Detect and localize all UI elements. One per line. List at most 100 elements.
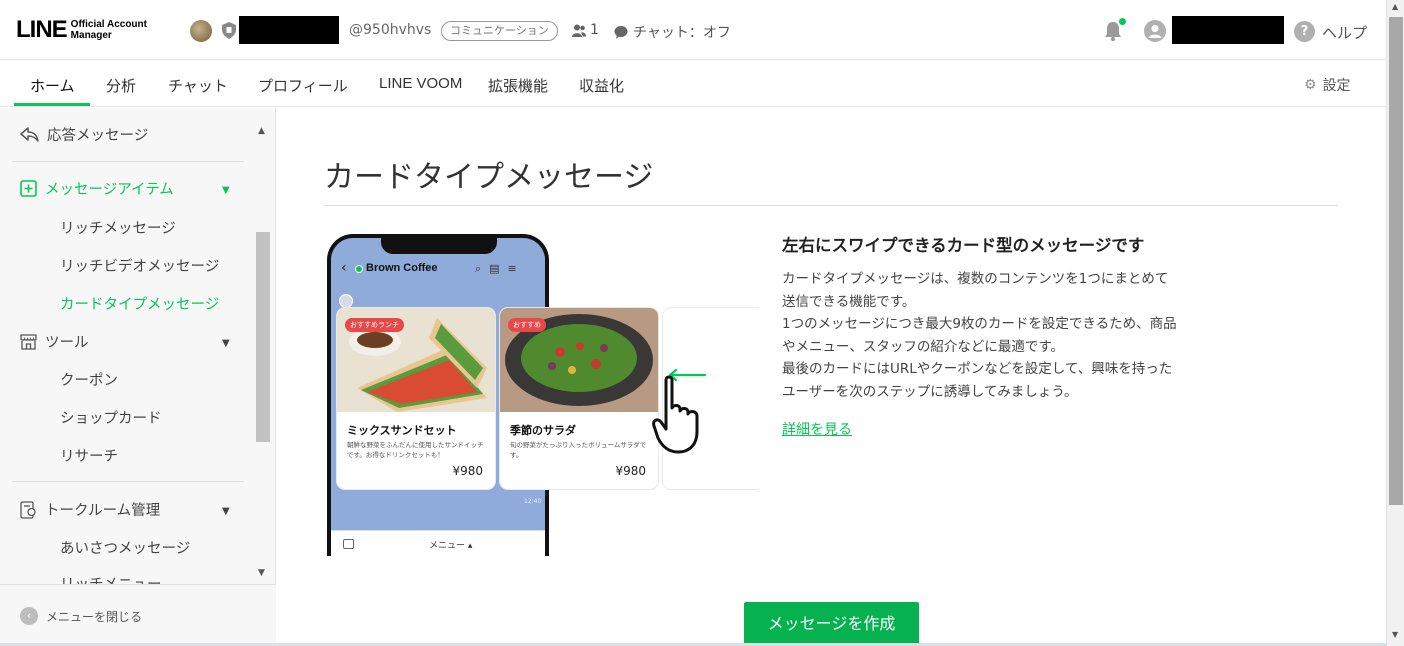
tab-chat[interactable]: チャット xyxy=(168,75,228,96)
help-icon[interactable]: ? xyxy=(1294,21,1315,42)
online-dot xyxy=(355,265,363,273)
sidebar-item-tools[interactable]: ツール xyxy=(20,331,89,352)
sidebar-item-auto-reply[interactable]: 応答メッセージ xyxy=(20,124,148,145)
chat-status[interactable]: チャット：オフ xyxy=(614,22,731,42)
phone-chat-header: ‹ Brown Coffee ⌕▤≡ xyxy=(331,254,545,284)
sidebar-subitem-rich-video-message[interactable]: リッチビデオメッセージ xyxy=(60,255,219,276)
chat-bubble-icon xyxy=(614,25,628,39)
details-link[interactable]: 詳細を見る xyxy=(782,419,852,439)
tab-home[interactable]: ホーム xyxy=(30,75,75,96)
sidebar-scroll-up[interactable]: ▲ xyxy=(258,126,265,136)
sidebar-footer: ‹ メニューを閉じる xyxy=(0,584,276,646)
chat-status-label: チャット：オフ xyxy=(633,25,731,41)
phone-menu-label: メニュー ▴ xyxy=(429,541,473,551)
phone-timestamp: 12:40 xyxy=(524,498,542,505)
tab-monetization[interactable]: 収益化 xyxy=(579,75,624,96)
account-id: @950hvhvs xyxy=(349,22,432,38)
pointing-hand-icon xyxy=(652,375,699,454)
sidebar: ▲ ▼ 応答メッセージ メッセージアイテム ▼ リッチメッセージ リッチビデオメ… xyxy=(0,108,276,646)
card-description: 旬の野菜がたっぷり入ったボリュームサラダです。 xyxy=(510,441,647,459)
phone-header-icons: ⌕▤≡ xyxy=(475,262,525,275)
feature-headline: 左右にスワイプできるカード型のメッセージです xyxy=(782,236,1145,255)
page-scrollbar[interactable]: ▲ ▼ xyxy=(1386,0,1404,646)
keyboard-icon xyxy=(343,539,354,549)
tab-analytics[interactable]: 分析 xyxy=(106,75,136,96)
page-title: カードタイプメッセージ xyxy=(324,160,654,195)
card-price: ¥980 xyxy=(615,464,646,478)
user-avatar-icon[interactable] xyxy=(1144,20,1166,42)
account-avatar[interactable] xyxy=(190,20,212,42)
tab-extensions[interactable]: 拡張機能 xyxy=(488,75,548,96)
close-menu-label: メニューを閉じる xyxy=(46,609,143,624)
add-box-icon xyxy=(20,180,37,197)
phone-footer: メニュー ▴ xyxy=(331,530,545,556)
sidebar-item-talk-room[interactable]: トークルーム管理 xyxy=(20,499,160,520)
friends-count: 1 xyxy=(572,22,599,38)
description-line: 送信できる機能です。 xyxy=(782,293,916,310)
main-content: カードタイプメッセージ ‹ Brown Coffee ⌕▤≡ 12:40 メニュ… xyxy=(277,108,1386,646)
scroll-down-arrow[interactable]: ▼ xyxy=(1392,630,1398,639)
avatar xyxy=(339,294,353,308)
card-tag: おすすめランチ xyxy=(345,318,404,332)
scroll-up-arrow[interactable]: ▲ xyxy=(1392,2,1398,11)
chevron-down-icon[interactable]: ▼ xyxy=(222,506,230,517)
person-icon xyxy=(572,24,586,37)
talk-room-icon xyxy=(20,500,36,519)
line-oa-logo[interactable]: LINE Official Account Manager xyxy=(16,16,147,44)
notification-dot xyxy=(1118,17,1127,26)
top-header: LINE Official Account Manager @950hvhvs … xyxy=(0,0,1386,60)
help-link[interactable]: ヘルプ xyxy=(1322,22,1367,43)
tab-profile[interactable]: プロフィール xyxy=(258,75,348,96)
sidebar-subitem-coupon[interactable]: クーポン xyxy=(60,369,118,390)
active-tab-indicator xyxy=(14,103,90,106)
sidebar-item-label: トークルーム管理 xyxy=(45,503,161,519)
create-message-button[interactable]: メッセージを作成 xyxy=(744,602,919,646)
sidebar-subitem-rich-message[interactable]: リッチメッセージ xyxy=(60,217,176,238)
redacted-account-name xyxy=(239,16,339,44)
description-line: 1つのメッセージにつき最大9枚のカードを設定できるため、商品 xyxy=(782,316,1177,332)
sidebar-item-label: メッセージアイテム xyxy=(45,182,174,198)
gear-icon: ⚙ xyxy=(1304,77,1317,93)
sidebar-divider xyxy=(12,481,244,482)
sidebar-scrollbar-thumb[interactable] xyxy=(256,232,270,442)
title-divider xyxy=(324,205,1338,206)
chevron-left-icon: ‹ xyxy=(20,607,38,625)
chevron-down-icon[interactable]: ▼ xyxy=(222,338,230,349)
card-description: 朝鮮な野菜をふんだんに使用したサンドイッチです。お得なドリンクセットも！ xyxy=(347,441,484,459)
page-scrollbar-thumb[interactable] xyxy=(1389,17,1403,505)
sidebar-subitem-research[interactable]: リサーチ xyxy=(60,445,118,466)
description-line: やメニュー、スタッフの紹介などに最適です。 xyxy=(782,338,1065,355)
sidebar-item-message-items[interactable]: メッセージアイテム xyxy=(20,178,174,199)
shop-icon xyxy=(20,334,37,350)
sidebar-subitem-card-message[interactable]: カードタイプメッセージ xyxy=(60,293,219,314)
phone-chat-name: Brown Coffee xyxy=(366,262,438,274)
card-title: ミックスサンドセット xyxy=(347,424,457,437)
sidebar-item-label: 応答メッセージ xyxy=(47,128,149,144)
card-preview-sandwich: おすすめランチ ミックスサンドセット 朝鮮な野菜をふんだんに使用したサンドイッチ… xyxy=(337,308,495,489)
sidebar-scroll-down[interactable]: ▼ xyxy=(258,568,265,578)
settings-link[interactable]: ⚙ 設定 xyxy=(1304,75,1351,95)
description-line: カードタイプメッセージは、複数のコンテンツを1つにまとめて xyxy=(782,271,1169,287)
chevron-left-icon: ‹ xyxy=(341,260,347,276)
settings-label: 設定 xyxy=(1322,78,1351,94)
plan-badge: コミュニケーション xyxy=(441,21,558,41)
description-line: ユーザーを次のステップに誘導してみましょう。 xyxy=(782,383,1078,400)
card-title: 季節のサラダ xyxy=(510,424,576,437)
chevron-down-icon[interactable]: ▼ xyxy=(222,185,230,196)
feature-description: カードタイプメッセージは、複数のコンテンツを1つにまとめて 送信できる機能です。… xyxy=(782,268,1222,403)
logo-subtitle: Official Account Manager xyxy=(70,19,147,41)
tab-line-voom[interactable]: LINE VOOM xyxy=(379,75,462,92)
card-price: ¥980 xyxy=(452,464,483,478)
sidebar-item-label: ツール xyxy=(45,335,89,351)
description-line: 最後のカードにはURLやクーポンなどを設定して、興味を持った xyxy=(782,361,1173,377)
sidebar-subitem-shop-card[interactable]: ショップカード xyxy=(60,407,162,428)
sidebar-divider xyxy=(12,161,244,162)
redacted-user-name xyxy=(1172,16,1284,44)
sidebar-subitem-greeting[interactable]: あいさつメッセージ xyxy=(60,537,190,558)
phone-notch xyxy=(381,238,497,254)
close-menu-button[interactable]: ‹ メニューを閉じる xyxy=(20,607,142,625)
reply-arrow-icon xyxy=(20,127,39,142)
main-nav: ホーム 分析 チャット プロフィール LINE VOOM 拡張機能 収益化 ⚙ … xyxy=(0,61,1386,107)
logo-text: LINE xyxy=(16,16,68,43)
card-preview-salad: おすすめ 季節のサラダ 旬の野菜がたっぷり入ったボリュームサラダです。 ¥980 xyxy=(500,308,658,489)
